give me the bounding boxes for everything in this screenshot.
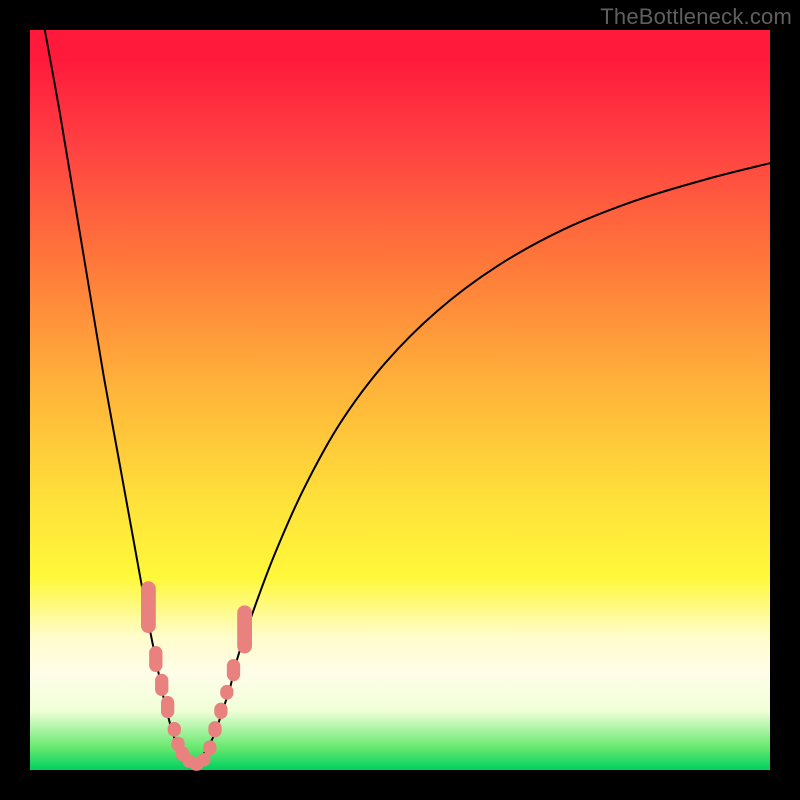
marker-layer xyxy=(141,581,252,770)
marker-point xyxy=(227,659,240,681)
outer-frame: TheBottleneck.com xyxy=(0,0,800,800)
marker-point xyxy=(220,685,233,700)
watermark-text: TheBottleneck.com xyxy=(600,4,792,30)
marker-point xyxy=(214,703,227,719)
marker-point xyxy=(237,605,252,653)
marker-point xyxy=(155,674,168,696)
curve-left-branch xyxy=(45,30,193,766)
chart-svg xyxy=(30,30,770,770)
curve-right-branch xyxy=(193,163,770,766)
plot-area xyxy=(30,30,770,770)
marker-point xyxy=(208,721,221,737)
marker-point xyxy=(168,722,181,737)
marker-point xyxy=(141,581,156,633)
marker-point xyxy=(161,696,174,718)
marker-point xyxy=(149,646,162,672)
marker-point xyxy=(203,740,216,755)
